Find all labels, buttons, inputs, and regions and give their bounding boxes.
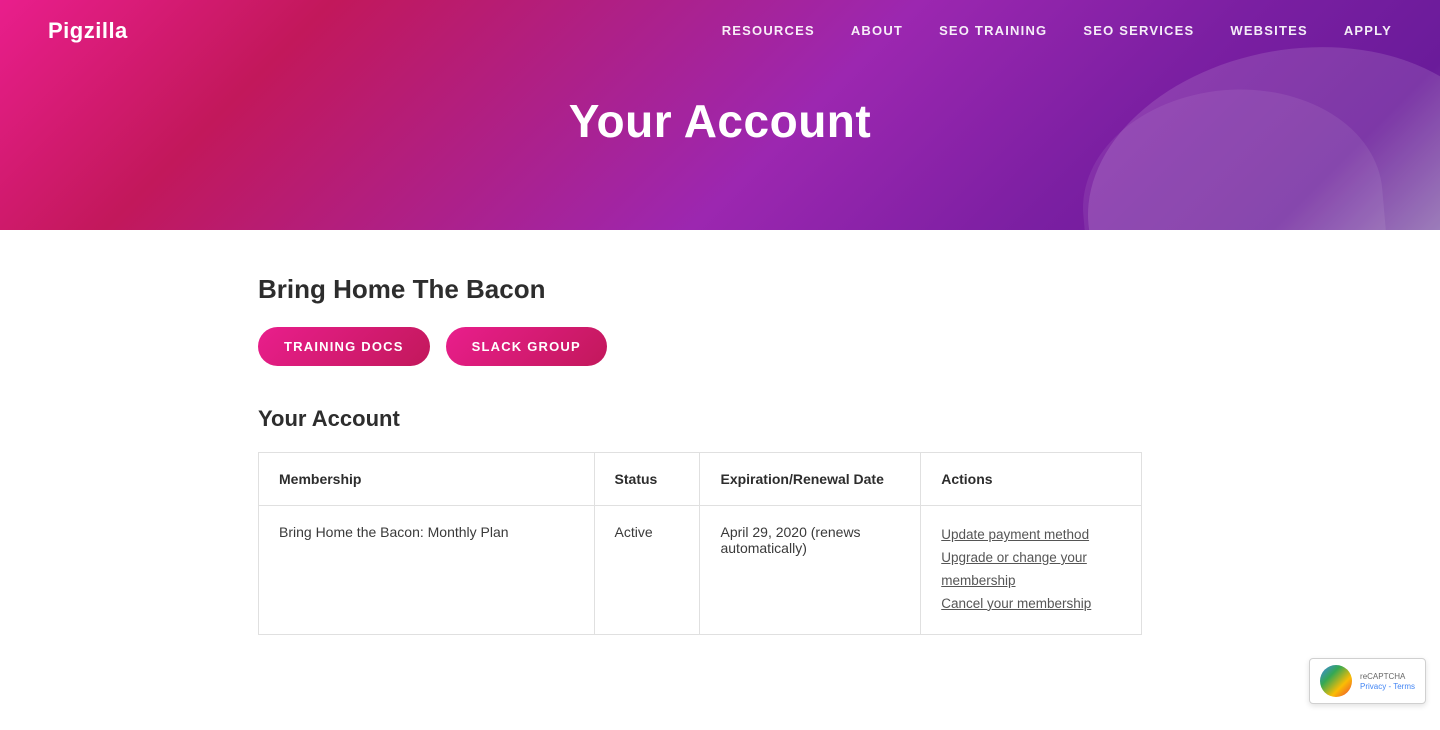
cell-status: Active [594,506,700,635]
slack-group-button[interactable]: SLACK GROUP [446,327,607,366]
site-logo[interactable]: Pigzilla [48,18,128,44]
nav-apply[interactable]: APPLY [1344,23,1392,38]
col-header-expiry: Expiration/Renewal Date [700,453,921,506]
col-header-actions: Actions [921,453,1142,506]
recaptcha-label: reCAPTCHA [1360,671,1415,682]
page-wrapper: Bring Home The Bacon TRAINING DOCS SLACK… [0,230,1440,730]
nav-seo-services[interactable]: SEO SERVICES [1083,23,1194,38]
recaptcha-info: reCAPTCHA Privacy - Terms [1360,671,1415,691]
cell-actions: Update payment method Upgrade or change … [921,506,1142,635]
membership-title: Bring Home The Bacon [258,274,1142,305]
main-content: Bring Home The Bacon TRAINING DOCS SLACK… [210,230,1190,730]
nav-websites[interactable]: WEBSITES [1230,23,1308,38]
cancel-membership-link[interactable]: Cancel your membership [941,593,1121,616]
nav-resources[interactable]: RESOURCES [722,23,815,38]
nav-seo-training[interactable]: SEO TRAINING [939,23,1047,38]
header-title-area: Your Account [0,62,1440,188]
nav-links: RESOURCES ABOUT SEO TRAINING SEO SERVICE… [722,22,1392,40]
account-section-title: Your Account [258,406,1142,432]
nav-about[interactable]: ABOUT [851,23,903,38]
recaptcha-logo [1320,665,1352,697]
training-docs-button[interactable]: TRAINING DOCS [258,327,430,366]
col-header-status: Status [594,453,700,506]
cell-expiry: April 29, 2020 (renews automatically) [700,506,921,635]
main-nav: Pigzilla RESOURCES ABOUT SEO TRAINING SE… [0,0,1440,62]
table-row: Bring Home the Bacon: Monthly Plan Activ… [259,506,1142,635]
upgrade-membership-link[interactable]: Upgrade or change your membership [941,547,1121,593]
site-header: Pigzilla RESOURCES ABOUT SEO TRAINING SE… [0,0,1440,230]
update-payment-link[interactable]: Update payment method [941,524,1121,547]
cell-membership: Bring Home the Bacon: Monthly Plan [259,506,595,635]
col-header-membership: Membership [259,453,595,506]
recaptcha-links[interactable]: Privacy - Terms [1360,682,1415,691]
account-table: Membership Status Expiration/Renewal Dat… [258,452,1142,635]
recaptcha-badge: reCAPTCHA Privacy - Terms [1309,658,1426,704]
action-buttons: TRAINING DOCS SLACK GROUP [258,327,1142,366]
page-title: Your Account [0,94,1440,148]
